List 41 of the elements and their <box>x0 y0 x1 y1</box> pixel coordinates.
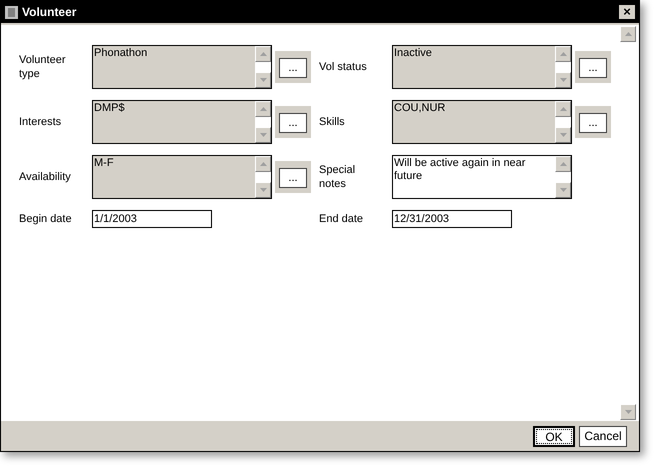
down-arrow-icon <box>560 78 566 82</box>
field-label: Volunteer type <box>19 53 66 81</box>
down-arrow-icon <box>560 133 566 137</box>
up-arrow-icon <box>260 162 266 166</box>
down-arrow-icon <box>560 188 566 192</box>
up-arrow-icon <box>624 32 632 36</box>
up-arrow-icon <box>260 107 266 111</box>
dialog-button[interactable]: OK <box>533 426 575 446</box>
field-label: Interests <box>19 115 62 129</box>
down-arrow-icon <box>624 410 632 414</box>
field-value: COU,NUR <box>393 101 446 116</box>
field-label: Begin date <box>19 212 73 227</box>
field-value: Inactive <box>393 46 433 61</box>
date-field[interactable]: 12/31/2003 <box>392 210 512 228</box>
close-button[interactable]: × <box>619 5 635 19</box>
field-label: Skills <box>319 115 346 129</box>
field-label: Vol status <box>319 60 368 74</box>
dialog-button[interactable]: Cancel <box>579 426 627 446</box>
down-arrow-icon <box>260 78 266 82</box>
up-arrow-icon <box>560 162 566 166</box>
scroll-up-button[interactable] <box>555 156 571 172</box>
up-arrow-icon <box>260 52 266 56</box>
field-label: End date <box>319 212 364 227</box>
scroll-down-button[interactable] <box>620 404 636 420</box>
date-field[interactable]: 1/1/2003 <box>92 210 212 228</box>
vertical-scrollbar[interactable] <box>620 25 638 421</box>
field-label: Availability <box>19 170 72 184</box>
scroll-up-button[interactable] <box>620 26 636 42</box>
down-arrow-icon <box>260 133 266 137</box>
scroll-down-button[interactable] <box>555 182 571 198</box>
up-arrow-icon <box>560 52 566 56</box>
up-arrow-icon <box>560 107 566 111</box>
app-icon <box>5 6 18 18</box>
field-value: M-F <box>93 156 115 171</box>
field-value: Will be active again in near future <box>393 156 526 184</box>
down-arrow-icon <box>260 188 266 192</box>
field-value: DMP$ <box>93 101 126 116</box>
window-title: Volunteer <box>22 4 78 21</box>
text-area[interactable]: Will be active again in near future <box>392 155 572 199</box>
field-value: Phonathon <box>93 46 148 61</box>
field-label: Special notes <box>319 163 356 191</box>
